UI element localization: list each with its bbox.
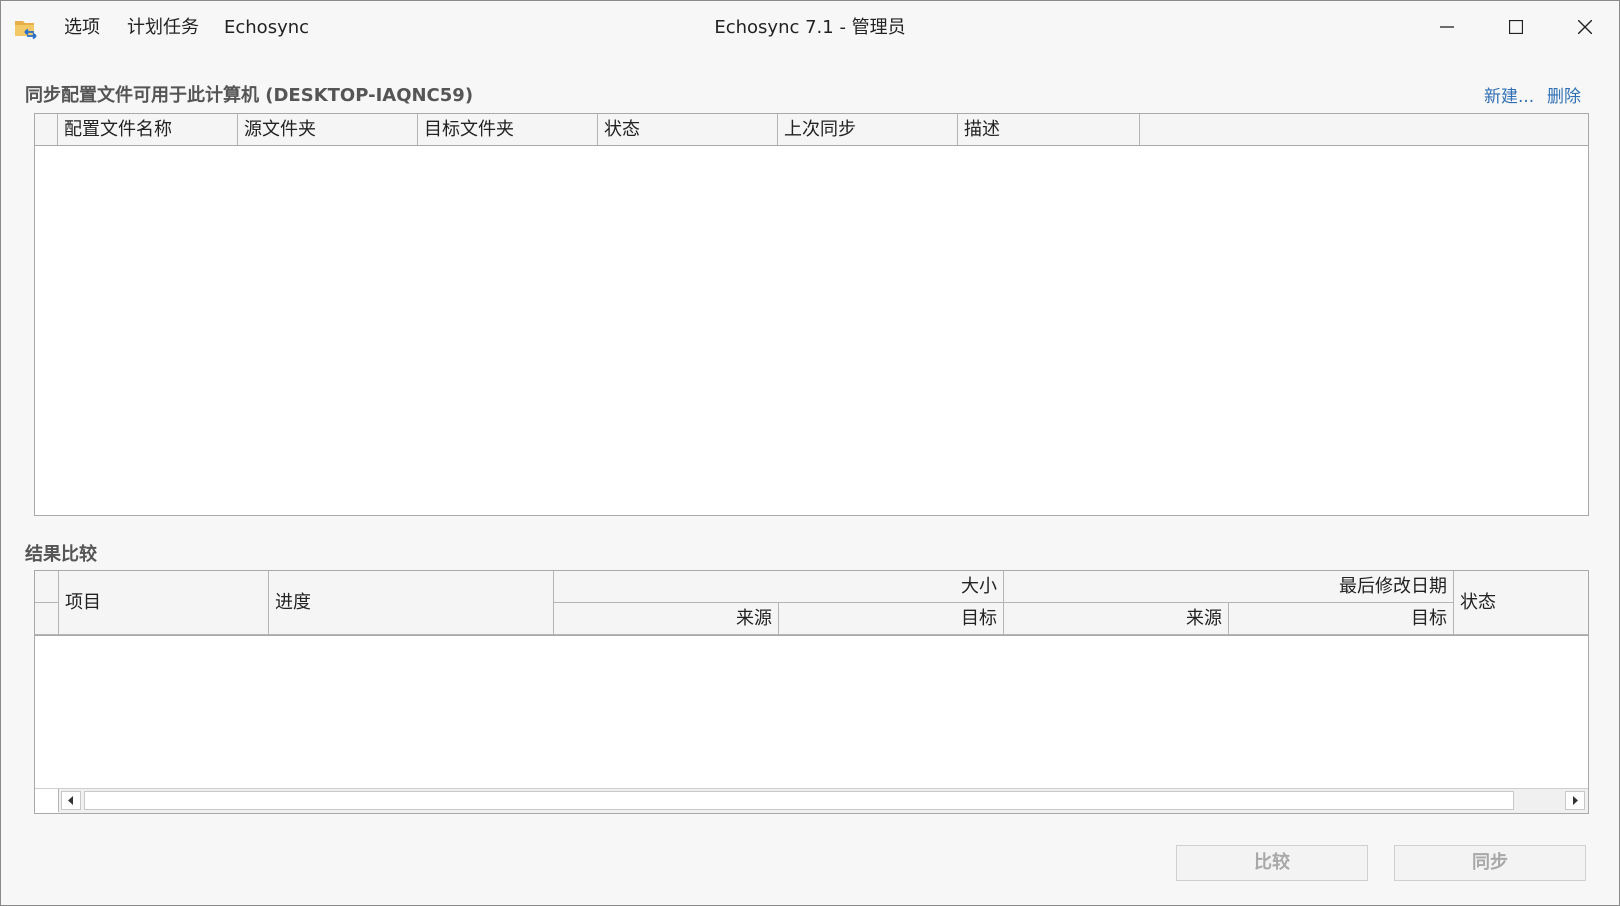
scroll-right-button[interactable] (1565, 791, 1585, 810)
row-header-corner (35, 114, 58, 145)
results-heading: 结果比较 (25, 544, 97, 565)
scrollbar-thumb[interactable] (84, 791, 1514, 810)
row-header-footer (35, 788, 59, 812)
profiles-table-header: 配置文件名称 源文件夹 目标文件夹 状态 上次同步 描述 (35, 114, 1588, 146)
column-header-last-modified[interactable]: 最后修改日期 (1004, 571, 1454, 603)
column-header-modified-target[interactable]: 目标 (1229, 603, 1454, 635)
column-header-description[interactable]: 描述 (958, 114, 1140, 145)
close-icon (1578, 20, 1592, 34)
menu-scheduled-tasks[interactable]: 计划任务 (123, 15, 203, 41)
horizontal-scrollbar[interactable] (59, 788, 1588, 813)
column-header-item[interactable]: 项目 (59, 571, 269, 635)
row-header-corner-top (35, 571, 59, 603)
folder-sync-icon (14, 18, 38, 40)
menu-options[interactable]: 选项 (60, 15, 104, 41)
column-header-source-folder[interactable]: 源文件夹 (238, 114, 418, 145)
column-header-size-source[interactable]: 来源 (554, 603, 779, 635)
column-header-size[interactable]: 大小 (554, 571, 1004, 603)
scroll-right-icon (1573, 796, 1578, 805)
minimize-button[interactable] (1422, 9, 1472, 45)
column-header-status[interactable]: 状态 (598, 114, 778, 145)
column-header-progress[interactable]: 进度 (269, 571, 554, 635)
close-button[interactable] (1560, 9, 1610, 45)
column-header-size-target[interactable]: 目标 (779, 603, 1004, 635)
sync-button[interactable]: 同步 (1394, 845, 1586, 881)
scroll-left-button[interactable] (61, 791, 81, 810)
title-bar: 选项 计划任务 Echosync Echosync 7.1 - 管理员 (1, 1, 1619, 53)
minimize-icon (1440, 26, 1454, 28)
column-header-profile-name[interactable]: 配置文件名称 (58, 114, 238, 145)
main-window: 选项 计划任务 Echosync Echosync 7.1 - 管理员 同步配置… (0, 0, 1620, 906)
row-header-corner-bottom (35, 603, 59, 635)
delete-profile-link[interactable]: 删除 (1547, 82, 1581, 107)
new-profile-link[interactable]: 新建... (1484, 82, 1534, 107)
profiles-heading: 同步配置文件可用于此计算机 (DESKTOP-IAQNC59) (25, 85, 474, 106)
column-header-last-sync[interactable]: 上次同步 (778, 114, 958, 145)
column-header-modified-source[interactable]: 来源 (1004, 603, 1229, 635)
column-header-target-folder[interactable]: 目标文件夹 (418, 114, 598, 145)
scroll-left-icon (68, 796, 73, 805)
menu-echosync[interactable]: Echosync (220, 15, 313, 41)
column-header-status[interactable]: 状态 (1454, 571, 1588, 635)
results-table[interactable]: 项目 进度 大小 来源 目标 最后修改日期 来源 目标 状态 (34, 570, 1589, 814)
compare-button[interactable]: 比较 (1176, 845, 1368, 881)
maximize-icon (1509, 20, 1523, 34)
maximize-button[interactable] (1491, 9, 1541, 45)
profiles-table[interactable]: 配置文件名称 源文件夹 目标文件夹 状态 上次同步 描述 (34, 113, 1589, 516)
